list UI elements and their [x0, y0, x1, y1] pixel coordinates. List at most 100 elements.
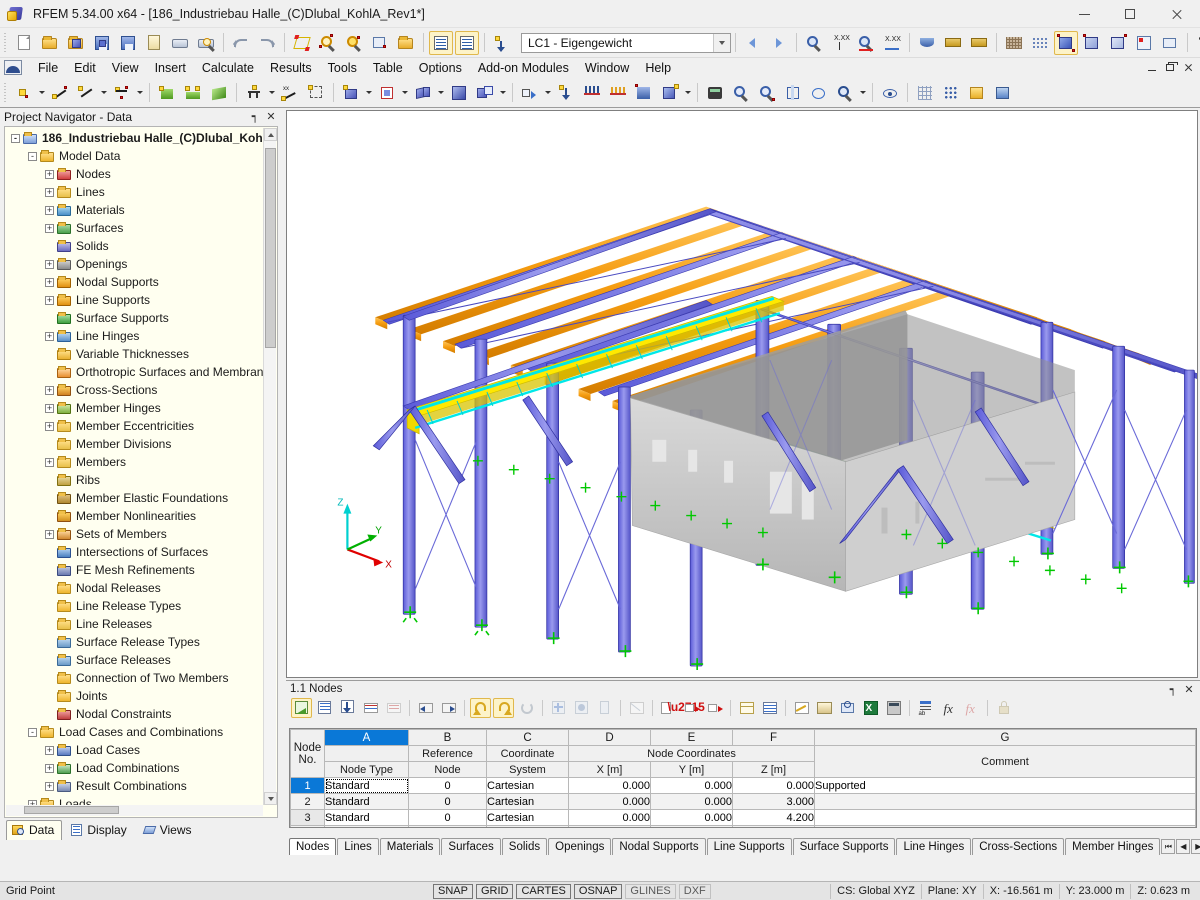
- print-view-icon[interactable]: [1158, 31, 1182, 55]
- tree-item-joints[interactable]: Joints: [5, 687, 263, 705]
- menu-results[interactable]: Results: [262, 59, 320, 77]
- formula-icon[interactable]: fx: [938, 698, 959, 718]
- tree-item-result-combinations[interactable]: + Result Combinations: [5, 777, 263, 795]
- table-tab-nodal-supports[interactable]: Nodal Supports: [612, 838, 706, 855]
- expand-icon[interactable]: +: [45, 331, 54, 341]
- status-toggle-grid[interactable]: GRID: [475, 883, 514, 899]
- new-line-release-icon[interactable]: [304, 81, 328, 105]
- nodes-table-grid[interactable]: Node No. A B C D E F G Reference Coordin…: [290, 729, 1196, 827]
- row-number-cell[interactable]: 4: [290, 825, 325, 827]
- result-diagram-icon[interactable]: [854, 31, 878, 55]
- load-case-select-icon[interactable]: [490, 31, 514, 55]
- expand-icon[interactable]: +: [45, 403, 54, 413]
- remove-column-right-icon[interactable]: [704, 698, 725, 718]
- expand-icon[interactable]: +: [45, 745, 54, 755]
- tree-item-surfaces[interactable]: + Surfaces: [5, 219, 263, 237]
- cell-z[interactable]: 0.000: [732, 777, 815, 794]
- print-preview-icon[interactable]: [194, 31, 218, 55]
- new-solid-body-icon[interactable]: [447, 81, 471, 105]
- visibility-icon[interactable]: [878, 81, 902, 105]
- close-navigator-icon[interactable]: ✕: [264, 109, 278, 123]
- export-excel-icon[interactable]: X: [860, 698, 881, 718]
- work-plane-xy-icon[interactable]: [965, 81, 989, 105]
- render-transparent-icon[interactable]: [1106, 31, 1130, 55]
- table-tab-line-hinges[interactable]: Line Hinges: [896, 838, 972, 855]
- tree-item-lines[interactable]: + Lines: [5, 183, 263, 201]
- expand-icon[interactable]: +: [45, 529, 54, 539]
- chevron-down-icon[interactable]: [713, 33, 730, 52]
- member-load-icon[interactable]: [580, 81, 604, 105]
- navigator-tab-display[interactable]: Display: [64, 820, 134, 840]
- table-selection-icon[interactable]: [837, 698, 858, 718]
- load-case-combobox[interactable]: LC1 - Eigengewicht: [521, 32, 731, 53]
- new-nodal-support-icon[interactable]: [242, 81, 266, 105]
- cell-reference-node[interactable]: 0: [408, 809, 487, 826]
- table-tab-surface-supports[interactable]: Surface Supports: [792, 838, 896, 855]
- cell-z[interactable]: 4.200: [732, 809, 815, 826]
- tree-item-model-data[interactable]: - Model Data: [5, 147, 263, 165]
- scroll-up-icon[interactable]: [264, 128, 277, 141]
- menu-tools[interactable]: Tools: [320, 59, 365, 77]
- expand-icon[interactable]: +: [45, 421, 54, 431]
- next-table-icon[interactable]: [438, 698, 459, 718]
- cell-node-type[interactable]: Standard: [324, 777, 409, 794]
- result-value-label-icon[interactable]: X.XX: [828, 31, 852, 55]
- first-tab-button[interactable]: ⏮: [1161, 839, 1176, 854]
- save-icon[interactable]: [116, 31, 140, 55]
- new-set-of-members-icon[interactable]: [411, 81, 435, 105]
- new-line-icon[interactable]: [48, 81, 72, 105]
- table-tab-nodes[interactable]: Nodes: [289, 838, 337, 855]
- tree-item-member-divisions[interactable]: Member Divisions: [5, 435, 263, 453]
- table-tab-solids[interactable]: Solids: [501, 838, 548, 855]
- table-tab-lines[interactable]: Lines: [337, 838, 379, 855]
- cell-y[interactable]: 0.000: [650, 809, 733, 826]
- menu-help[interactable]: Help: [637, 59, 679, 77]
- view-zoom-icon[interactable]: [833, 81, 857, 105]
- remove-column-left-icon[interactable]: [681, 698, 702, 718]
- expand-icon[interactable]: +: [45, 781, 54, 791]
- status-toggle-dxf[interactable]: DXF: [678, 883, 711, 899]
- cell-comment[interactable]: Supported: [814, 777, 1196, 794]
- maximize-button[interactable]: [1107, 0, 1152, 28]
- cell-x[interactable]: 0.000: [568, 809, 651, 826]
- menu-add-on-modules[interactable]: Add-on Modules: [470, 59, 577, 77]
- menu-file[interactable]: File: [30, 59, 66, 77]
- cell-comment[interactable]: [814, 825, 1196, 827]
- tree-item-nodes[interactable]: + Nodes: [5, 165, 263, 183]
- calculator-icon[interactable]: [883, 698, 904, 718]
- tree-item-surface-release-types[interactable]: Surface Release Types: [5, 633, 263, 651]
- column-letter-a[interactable]: A: [324, 729, 409, 746]
- tree-item-ribs[interactable]: Ribs: [5, 471, 263, 489]
- extrude-dropdown-icon[interactable]: [543, 81, 553, 105]
- tree-item-solids[interactable]: Solids: [5, 237, 263, 255]
- column-letter-g[interactable]: G: [814, 729, 1196, 746]
- clipboard-icon[interactable]: [142, 31, 166, 55]
- column-letter-e[interactable]: E: [650, 729, 733, 746]
- status-toggle-glines[interactable]: GLINES: [625, 883, 676, 899]
- insert-row-icon[interactable]: [314, 698, 335, 718]
- navigator-vertical-scrollbar[interactable]: [263, 128, 277, 805]
- new-cross-section-icon[interactable]: [375, 81, 399, 105]
- new-surface-icon[interactable]: [155, 81, 179, 105]
- fe-nodes-icon[interactable]: [1028, 31, 1052, 55]
- close-button[interactable]: [1152, 0, 1200, 28]
- new-polyline-dropdown-icon[interactable]: [135, 81, 145, 105]
- info-row-icon[interactable]: [594, 698, 615, 718]
- tree-item-load-cases-and-combinations[interactable]: - Load Cases and Combinations: [5, 723, 263, 741]
- collapse-icon[interactable]: -: [28, 727, 37, 737]
- load-dropdown-icon[interactable]: [683, 81, 693, 105]
- new-node-dropdown-icon[interactable]: [37, 81, 47, 105]
- redo-icon[interactable]: [255, 31, 279, 55]
- tree-item-line-release-types[interactable]: Line Release Types: [5, 597, 263, 615]
- cell-x[interactable]: 0.000: [568, 777, 651, 794]
- expand-icon[interactable]: +: [45, 223, 54, 233]
- table-row[interactable]: 4Standard0Cartesian0.0000.0004.700: [290, 825, 1196, 827]
- cell-reference-node[interactable]: 0: [408, 777, 487, 794]
- navigator-tab-views[interactable]: Views: [137, 820, 200, 840]
- mdi-minimize-button[interactable]: [1144, 60, 1160, 75]
- cell-comment[interactable]: [814, 809, 1196, 826]
- zoom-window-icon[interactable]: [368, 31, 392, 55]
- menu-table[interactable]: Table: [365, 59, 411, 77]
- fill-down-icon[interactable]: [337, 698, 358, 718]
- view-dropdown-icon[interactable]: [858, 81, 868, 105]
